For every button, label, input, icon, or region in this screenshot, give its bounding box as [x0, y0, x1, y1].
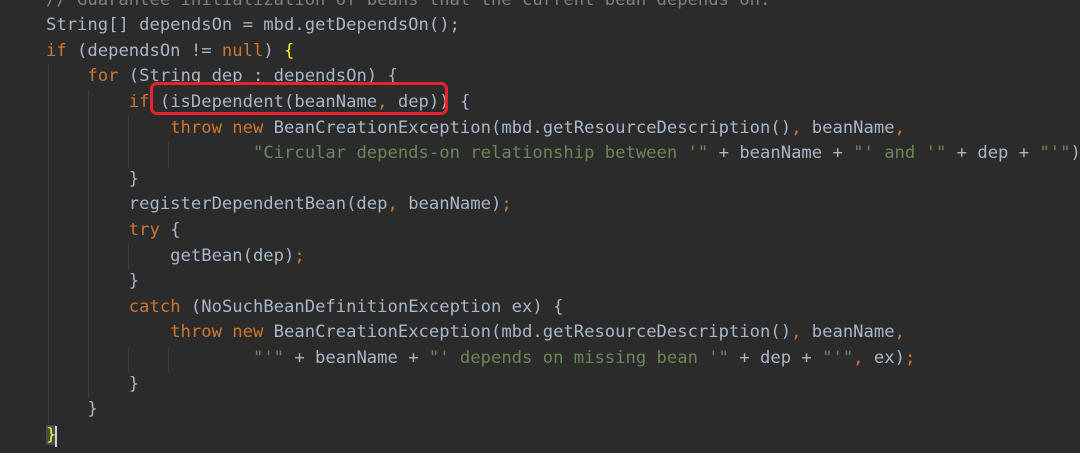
code-token: "'": [822, 347, 854, 368]
code-token: String[] dependsOn = mbd.getDependsOn();: [46, 15, 460, 36]
code-token: beanName: [801, 322, 895, 343]
code-line[interactable]: "'" + beanName + "' depends on missing b…: [46, 345, 915, 371]
code-token: }: [46, 271, 140, 292]
code-token: ,: [894, 117, 905, 138]
code-token: }: [46, 168, 140, 189]
code-token: beanName: [801, 117, 895, 138]
highlight-annotation-box: [150, 82, 448, 115]
code-token: + beanName +: [708, 143, 854, 164]
code-token: (dependsOn !=: [66, 40, 222, 61]
code-token: + dep +: [728, 347, 823, 368]
code-token: null: [221, 40, 264, 61]
code-line[interactable]: "Circular depends-on relationship betwee…: [46, 140, 1080, 166]
text-caret: [55, 426, 57, 447]
code-token: throw new: [170, 117, 264, 138]
code-token: throw new: [170, 322, 264, 343]
code-token: "'": [252, 347, 285, 368]
code-token: + dep +: [946, 143, 1040, 164]
code-token: ): [263, 40, 285, 61]
code-token: "' and '": [853, 143, 947, 164]
code-token: (NoSuchBeanDefinitionException ex) {: [180, 296, 564, 317]
code-line[interactable]: }: [46, 371, 139, 397]
code-line[interactable]: if (dependsOn != null) {: [46, 38, 294, 64]
code-token: ): [1070, 143, 1080, 164]
code-token: // Guarantee initialization of beans tha…: [46, 0, 770, 10]
code-token: if: [128, 91, 150, 112]
code-token: BeanCreationException(mbd.getResourceDes…: [263, 117, 792, 138]
code-token: {: [159, 219, 181, 240]
code-line[interactable]: String[] dependsOn = mbd.getDependsOn();: [46, 12, 460, 38]
code-token: }: [46, 373, 140, 394]
code-token: ;: [501, 194, 512, 215]
code-token: }: [46, 399, 98, 420]
code-line[interactable]: throw new BeanCreationException(mbd.getR…: [46, 115, 905, 141]
code-token: {: [284, 40, 295, 61]
code-line[interactable]: try {: [46, 217, 181, 243]
code-token: "' depends on missing bean '": [428, 347, 729, 368]
code-editor[interactable]: // Guarantee initialization of beans tha…: [0, 0, 1080, 453]
code-token: ex): [863, 347, 905, 368]
code-token: ,: [791, 117, 802, 138]
code-token: if: [46, 40, 67, 61]
code-token: ,: [853, 347, 864, 368]
code-line[interactable]: catch (NoSuchBeanDefinitionException ex)…: [46, 294, 564, 320]
code-token: try: [128, 219, 160, 240]
code-token: for: [87, 66, 119, 87]
code-token: ,: [894, 322, 905, 343]
code-line[interactable]: // Guarantee initialization of beans tha…: [46, 0, 770, 13]
code-token: ;: [904, 347, 916, 368]
code-token: "'": [1039, 143, 1071, 164]
code-line[interactable]: }: [46, 396, 98, 422]
code-token: registerDependentBean(dep: [46, 194, 388, 215]
code-token: ,: [387, 194, 398, 215]
code-line[interactable]: getBean(dep);: [46, 243, 305, 269]
code-token: getBean(dep): [46, 245, 295, 266]
code-token: "Circular depends-on relationship betwee…: [252, 143, 709, 164]
code-line[interactable]: }: [46, 268, 139, 294]
code-line[interactable]: throw new BeanCreationException(mbd.getR…: [46, 319, 905, 345]
code-token: ;: [294, 245, 305, 266]
code-token: beanName): [397, 194, 502, 215]
code-line[interactable]: registerDependentBean(dep, beanName);: [46, 191, 512, 217]
code-token: + beanName +: [284, 347, 429, 368]
code-token: ,: [791, 322, 802, 343]
code-token: catch: [128, 296, 181, 317]
code-token: BeanCreationException(mbd.getResourceDes…: [263, 322, 792, 343]
code-line[interactable]: }: [46, 166, 139, 192]
